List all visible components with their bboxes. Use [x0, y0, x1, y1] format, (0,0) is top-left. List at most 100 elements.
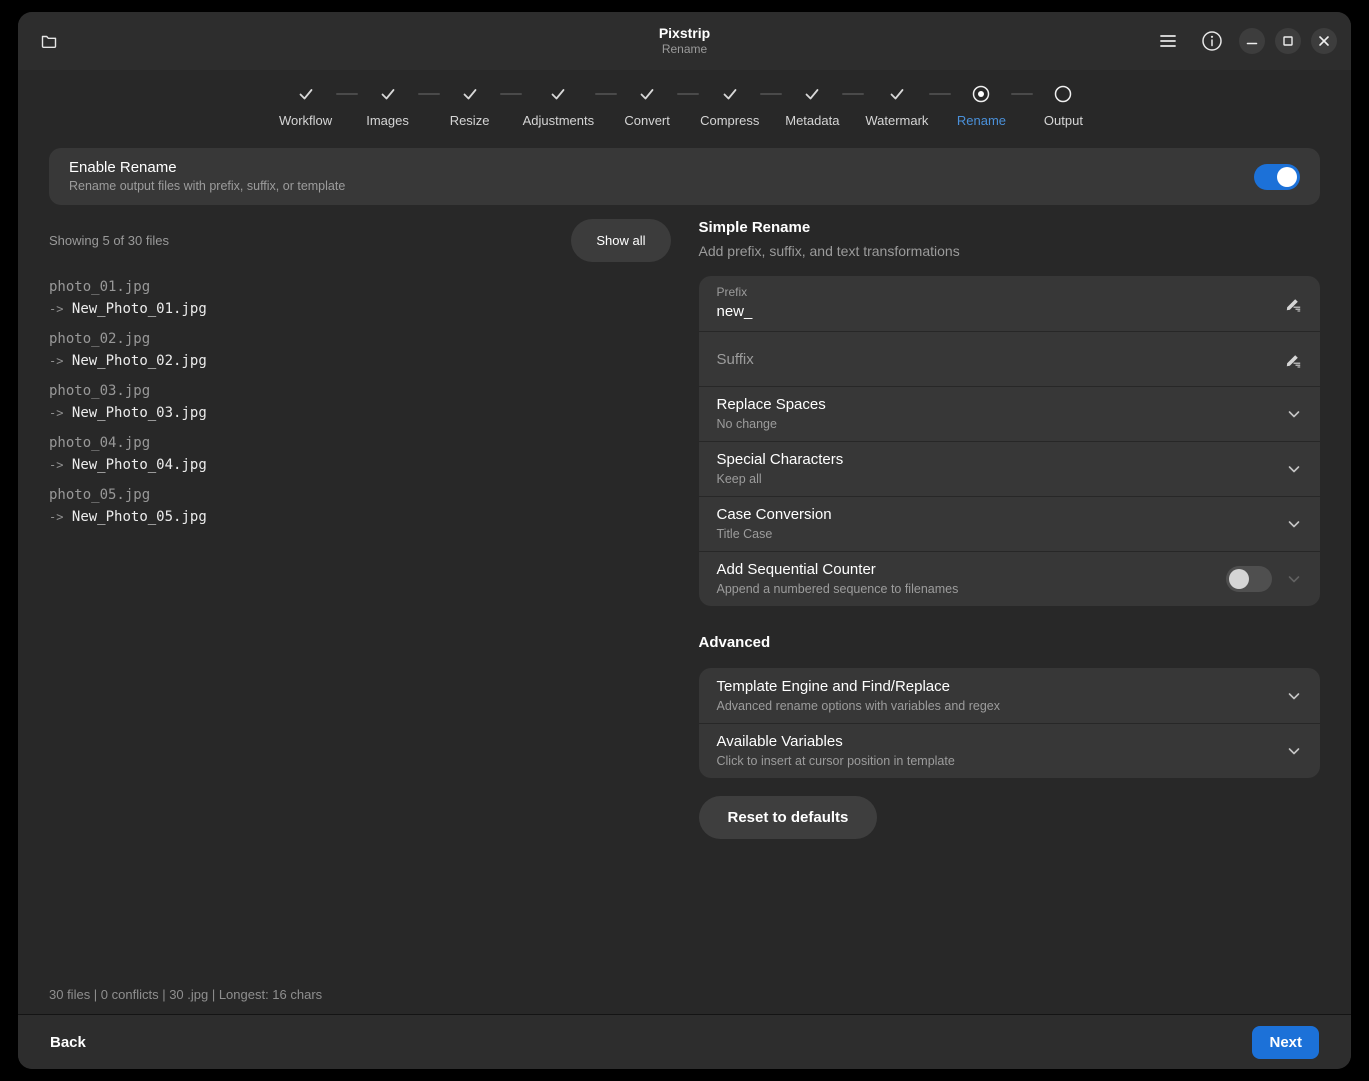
- stepper-item-label: Output: [1044, 113, 1083, 128]
- original-filename: photo_01.jpg: [49, 276, 671, 298]
- available-variables-row[interactable]: Available Variables Click to insert at c…: [699, 723, 1321, 778]
- stepper-item-output[interactable]: Output: [1034, 84, 1092, 128]
- checkmark-icon: [637, 84, 657, 104]
- new-filename: New_Photo_04.jpg: [72, 457, 207, 473]
- maximize-icon: [1282, 35, 1294, 47]
- main-menu-button[interactable]: [1151, 24, 1185, 58]
- sequential-counter-toggle[interactable]: [1226, 566, 1272, 592]
- checkmark-icon: [296, 84, 316, 104]
- folder-icon: [40, 32, 58, 50]
- step-connector: [1011, 93, 1033, 95]
- stepper-item-label: Resize: [450, 113, 490, 128]
- app-subtitle: Rename: [662, 42, 707, 57]
- enable-rename-toggle[interactable]: [1254, 164, 1300, 190]
- circle-outline-icon: [1053, 84, 1073, 104]
- checkmark-icon: [460, 84, 480, 104]
- prefix-row[interactable]: Prefix new_: [699, 276, 1321, 331]
- stepper-item-compress[interactable]: Compress: [700, 84, 759, 128]
- action-bar: Back Next: [18, 1014, 1351, 1069]
- hamburger-menu-icon: [1160, 34, 1176, 48]
- step-connector: [760, 93, 782, 95]
- rename-arrow: ->: [49, 510, 63, 524]
- step-connector: [929, 93, 951, 95]
- stepper-item-label: Adjustments: [523, 113, 595, 128]
- simple-rename-group: Prefix new_: [699, 276, 1321, 606]
- step-connector: [677, 93, 699, 95]
- list-item: photo_04.jpg-> New_Photo_04.jpg: [49, 432, 671, 476]
- list-item: photo_02.jpg-> New_Photo_02.jpg: [49, 328, 671, 372]
- new-filename: New_Photo_03.jpg: [72, 405, 207, 421]
- checkmark-icon: [720, 84, 740, 104]
- suffix-input[interactable]: Suffix: [717, 350, 1274, 369]
- rename-arrow: ->: [49, 302, 63, 316]
- replace-spaces-title: Replace Spaces: [717, 395, 1275, 414]
- stepper-item-label: Watermark: [865, 113, 928, 128]
- stepper-item-label: Compress: [700, 113, 759, 128]
- edit-pencil-icon: [1285, 295, 1302, 312]
- enable-rename-row[interactable]: Enable Rename Rename output files with p…: [49, 148, 1320, 205]
- open-folder-button[interactable]: [32, 24, 66, 58]
- stepper-item-watermark[interactable]: Watermark: [865, 84, 928, 128]
- rename-arrow: ->: [49, 406, 63, 420]
- advanced-group: Template Engine and Find/Replace Advance…: [699, 668, 1321, 778]
- case-conversion-value: Title Case: [717, 526, 1275, 543]
- stepper-item-adjustments[interactable]: Adjustments: [523, 84, 595, 128]
- new-filename: New_Photo_02.jpg: [72, 353, 207, 369]
- sequential-counter-title: Add Sequential Counter: [717, 560, 1215, 579]
- list-item: photo_05.jpg-> New_Photo_05.jpg: [49, 484, 671, 528]
- stepper-item-label: Workflow: [279, 113, 332, 128]
- template-engine-subtitle: Advanced rename options with variables a…: [717, 698, 1275, 715]
- app-window: Pixstrip Rename: [18, 12, 1351, 1069]
- next-button[interactable]: Next: [1252, 1026, 1319, 1059]
- template-engine-title: Template Engine and Find/Replace: [717, 677, 1275, 696]
- minimize-icon: [1246, 35, 1258, 47]
- workflow-stepper: Workflow Images Resize Adjustments Convert Co…: [18, 70, 1351, 138]
- stepper-item-workflow[interactable]: Workflow: [277, 84, 335, 128]
- stepper-item-convert[interactable]: Convert: [618, 84, 676, 128]
- special-characters-row[interactable]: Special Characters Keep all: [699, 441, 1321, 496]
- maximize-button[interactable]: [1275, 28, 1301, 54]
- prefix-label: Prefix: [717, 285, 1274, 300]
- template-engine-row[interactable]: Template Engine and Find/Replace Advance…: [699, 668, 1321, 723]
- stepper-item-label: Images: [366, 113, 409, 128]
- list-item: photo_03.jpg-> New_Photo_03.jpg: [49, 380, 671, 424]
- checkmark-icon: [802, 84, 822, 104]
- replace-spaces-row[interactable]: Replace Spaces No change: [699, 386, 1321, 441]
- chevron-down-icon: [1286, 571, 1302, 587]
- status-summary: 30 files | 0 conflicts | 30 .jpg | Longe…: [18, 979, 1351, 1014]
- show-all-button[interactable]: Show all: [571, 219, 670, 262]
- reset-to-defaults-button[interactable]: Reset to defaults: [699, 796, 878, 839]
- step-connector: [336, 93, 358, 95]
- edit-pencil-icon: [1285, 351, 1302, 368]
- chevron-down-icon: [1286, 406, 1302, 422]
- case-conversion-row[interactable]: Case Conversion Title Case: [699, 496, 1321, 551]
- rename-arrow: ->: [49, 458, 63, 472]
- info-icon: [1201, 30, 1223, 52]
- sequential-counter-subtitle: Append a numbered sequence to filenames: [717, 581, 1215, 598]
- special-characters-value: Keep all: [717, 471, 1275, 488]
- step-connector: [842, 93, 864, 95]
- list-item: photo_01.jpg -> New_Photo_01.jpg: [49, 276, 671, 320]
- suffix-row[interactable]: Suffix: [699, 331, 1321, 386]
- step-connector: [418, 93, 440, 95]
- about-button[interactable]: [1195, 24, 1229, 58]
- radio-selected-icon: [971, 84, 991, 104]
- stepper-item-images[interactable]: Images: [359, 84, 417, 128]
- rename-settings-pane: Simple Rename Add prefix, suffix, and te…: [699, 219, 1321, 979]
- prefix-input[interactable]: new_: [717, 302, 1274, 322]
- stepper-item-label: Convert: [624, 113, 670, 128]
- replace-spaces-value: No change: [717, 416, 1275, 433]
- close-button[interactable]: [1311, 28, 1337, 54]
- stepper-item-rename[interactable]: Rename: [952, 84, 1010, 128]
- simple-rename-subtitle: Add prefix, suffix, and text transformat…: [699, 243, 1321, 259]
- back-button[interactable]: Back: [50, 1026, 102, 1059]
- stepper-item-resize[interactable]: Resize: [441, 84, 499, 128]
- minimize-button[interactable]: [1239, 28, 1265, 54]
- stepper-item-metadata[interactable]: Metadata: [783, 84, 841, 128]
- headerbar: Pixstrip Rename: [18, 12, 1351, 70]
- enable-rename-subtitle: Rename output files with prefix, suffix,…: [69, 178, 1254, 195]
- original-filename: photo_05.jpg: [49, 484, 671, 506]
- original-filename: photo_02.jpg: [49, 328, 671, 350]
- new-filename: New_Photo_01.jpg: [72, 301, 207, 317]
- sequential-counter-row[interactable]: Add Sequential Counter Append a numbered…: [699, 551, 1321, 606]
